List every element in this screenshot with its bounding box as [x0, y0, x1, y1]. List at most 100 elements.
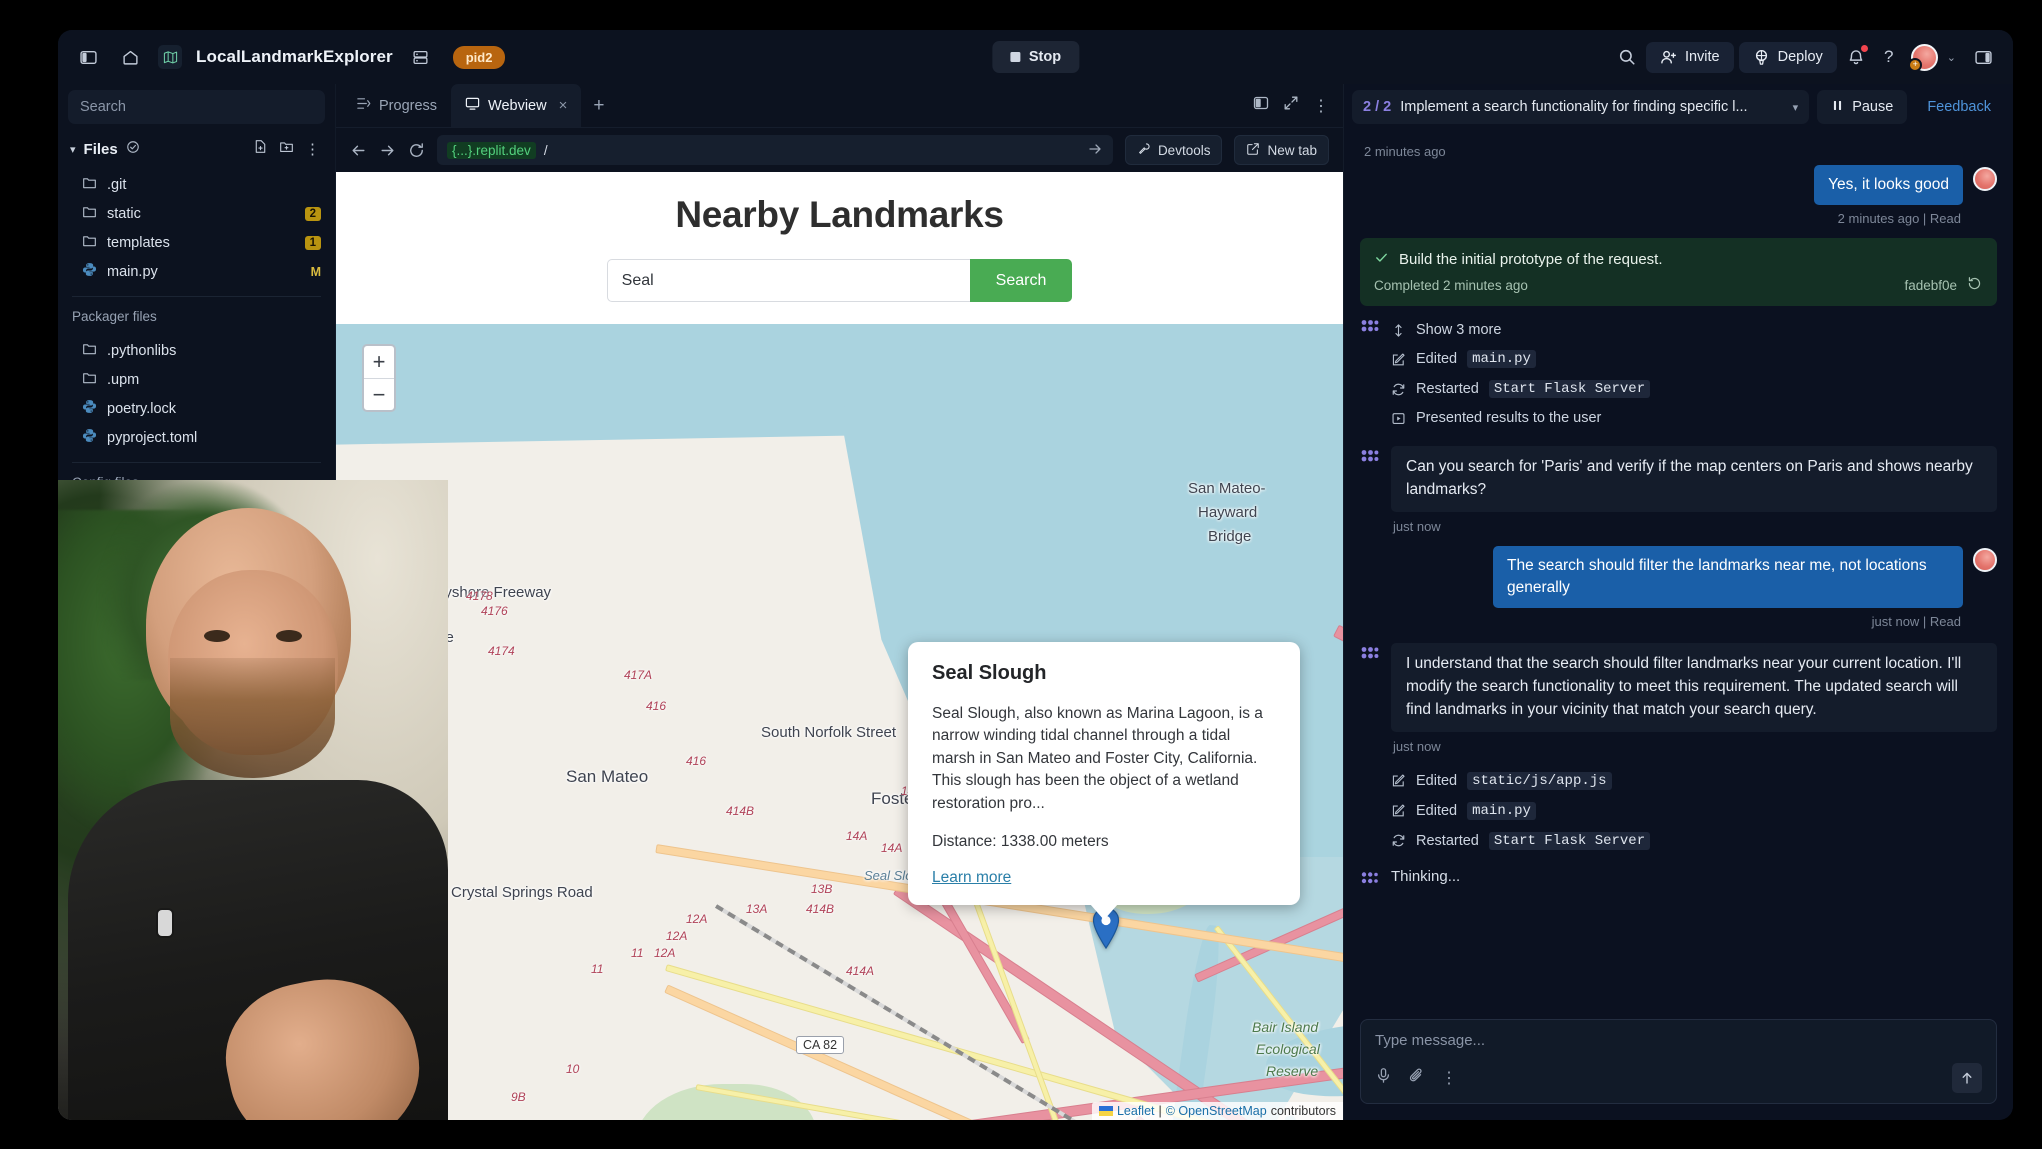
search-button[interactable]: Search — [970, 259, 1073, 302]
microphone-icon[interactable] — [1375, 1067, 1392, 1089]
ai-message-bubble: Can you search for 'Paris' and verify if… — [1391, 446, 1997, 512]
edit-file-icon — [1391, 352, 1406, 367]
python-file-icon — [82, 428, 97, 447]
list-item[interactable]: poetry.lock — [58, 394, 335, 423]
back-arrow-icon[interactable] — [350, 142, 367, 159]
chevron-down-icon[interactable]: ▾ — [70, 143, 76, 156]
task-selector[interactable]: 2 / 2 Implement a search functionality f… — [1352, 90, 1809, 124]
reload-icon[interactable] — [408, 142, 425, 159]
deploy-label: Deploy — [1778, 49, 1823, 65]
webcam-lapel-mic — [158, 910, 172, 936]
tab-webview[interactable]: Webview × — [451, 84, 581, 127]
pid-badge[interactable]: pid2 — [453, 46, 506, 69]
leaflet-link[interactable]: Leaflet — [1117, 1104, 1155, 1118]
map-zoom-controls[interactable]: + − — [362, 344, 396, 412]
search-input-value: Seal — [622, 272, 654, 290]
pause-button[interactable]: Pause — [1817, 90, 1907, 124]
composer-wrapper: Type message... ⋮ — [1344, 1009, 2013, 1120]
file-name: static — [107, 206, 141, 222]
action-edited-file[interactable]: Edited main.py — [1391, 796, 1997, 826]
sidebar-search-input[interactable]: Search — [68, 90, 325, 124]
more-vertical-icon[interactable]: ⋮ — [1441, 1068, 1457, 1088]
new-file-icon[interactable] — [253, 139, 268, 159]
action-restarted[interactable]: Restarted Start Flask Server — [1391, 826, 1997, 856]
list-item[interactable]: pyproject.toml — [58, 423, 335, 452]
devtools-button[interactable]: Devtools — [1125, 135, 1223, 165]
zoom-out-button[interactable]: − — [364, 378, 394, 410]
learn-more-link[interactable]: Learn more — [932, 869, 1011, 887]
map-label: San Mateo- — [1188, 480, 1266, 497]
files-title: Files — [84, 141, 118, 158]
task-card[interactable]: Build the initial prototype of the reque… — [1360, 238, 1997, 306]
url-input[interactable]: {...}.replit.dev / — [437, 135, 1113, 165]
action-code: Start Flask Server — [1489, 380, 1650, 398]
thinking-row: Thinking... — [1360, 868, 1997, 890]
more-vertical-icon[interactable]: ⋮ — [1313, 96, 1329, 116]
search-input[interactable]: Seal — [607, 259, 970, 302]
action-edited-file[interactable]: Edited static/js/app.js — [1391, 766, 1997, 796]
action-label: Restarted — [1416, 381, 1479, 397]
list-item[interactable]: .git — [58, 170, 335, 199]
list-item[interactable]: .pythonlibs — [58, 336, 335, 365]
panel-left-icon[interactable] — [74, 43, 102, 71]
invite-button[interactable]: Invite — [1646, 42, 1734, 73]
search-icon[interactable] — [1613, 43, 1641, 71]
help-icon[interactable]: ? — [1875, 43, 1903, 71]
chevron-down-icon[interactable]: ⌄ — [1947, 51, 1956, 64]
map-canvas[interactable]: + − San MateoFoster CityBelmontSan Mateo… — [336, 324, 1343, 1120]
action-restarted[interactable]: Restarted Start Flask Server — [1391, 374, 1997, 404]
action-presented[interactable]: Presented results to the user — [1391, 404, 1997, 432]
home-icon[interactable] — [116, 43, 144, 71]
popup-title: Seal Slough — [932, 662, 1276, 685]
message-meta: 2 minutes ago | Read — [1360, 211, 1961, 226]
message-composer[interactable]: Type message... ⋮ — [1360, 1019, 1997, 1104]
database-icon[interactable] — [407, 43, 435, 71]
new-tab-label: New tab — [1267, 143, 1317, 158]
new-tab-button[interactable]: + — [581, 84, 616, 127]
new-folder-icon[interactable] — [279, 139, 294, 159]
action-show-more[interactable]: Show 3 more — [1391, 316, 1997, 344]
expand-icon[interactable] — [1283, 95, 1299, 116]
map-label: Bair Island — [1252, 1019, 1318, 1035]
feedback-button[interactable]: Feedback — [1915, 99, 2003, 115]
agent-avatar-icon — [1360, 870, 1380, 890]
agent-avatar-icon — [1360, 448, 1380, 468]
tab-label: Webview — [488, 98, 547, 114]
bell-icon[interactable] — [1842, 43, 1870, 71]
revert-icon[interactable] — [1967, 276, 1982, 294]
forward-arrow-icon[interactable] — [379, 142, 396, 159]
url-path: / — [544, 143, 548, 158]
message-input-placeholder[interactable]: Type message... — [1375, 1032, 1982, 1049]
list-item[interactable]: static 2 — [58, 199, 335, 228]
tab-progress[interactable]: Progress — [342, 84, 451, 127]
devtools-icon — [1137, 142, 1151, 159]
new-tab-button-browser[interactable]: New tab — [1234, 135, 1329, 165]
packager-file-list: .pythonlibs .upm poetry.lock pyproject.t… — [58, 330, 335, 452]
chevron-down-icon[interactable]: ▾ — [1793, 101, 1799, 114]
more-vertical-icon[interactable]: ⋮ — [305, 140, 321, 158]
action-label: Edited — [1416, 803, 1457, 819]
split-view-icon[interactable] — [1253, 95, 1269, 116]
map-road-number: 12A — [666, 929, 687, 943]
list-item[interactable]: .upm — [58, 365, 335, 394]
map-road-number: 13B — [811, 882, 832, 896]
map-road-number: 414A — [846, 964, 874, 978]
openstreetmap-link[interactable]: © OpenStreetMap — [1166, 1104, 1267, 1118]
action-edited-file[interactable]: Edited main.py — [1391, 344, 1997, 374]
list-item[interactable]: main.py M — [58, 257, 335, 286]
paperclip-icon[interactable] — [1408, 1067, 1425, 1089]
chat-message-list[interactable]: 2 minutes ago Yes, it looks good 2 minut… — [1344, 130, 2013, 1009]
send-button[interactable] — [1952, 1063, 1982, 1093]
action-code: static/js/app.js — [1467, 772, 1611, 790]
go-arrow-icon[interactable] — [1087, 141, 1103, 160]
stop-button[interactable]: Stop — [992, 41, 1079, 73]
close-icon[interactable]: × — [559, 97, 568, 114]
task-card-status-row: Completed 2 minutes ago fadebf0e — [1374, 276, 1982, 294]
file-name: .upm — [107, 372, 139, 388]
avatar[interactable]: + — [1908, 43, 1942, 71]
deploy-button[interactable]: Deploy — [1739, 42, 1837, 73]
list-item[interactable]: templates 1 — [58, 228, 335, 257]
action-code: Start Flask Server — [1489, 832, 1650, 850]
panel-right-icon[interactable] — [1969, 43, 1997, 71]
zoom-in-button[interactable]: + — [364, 346, 394, 378]
